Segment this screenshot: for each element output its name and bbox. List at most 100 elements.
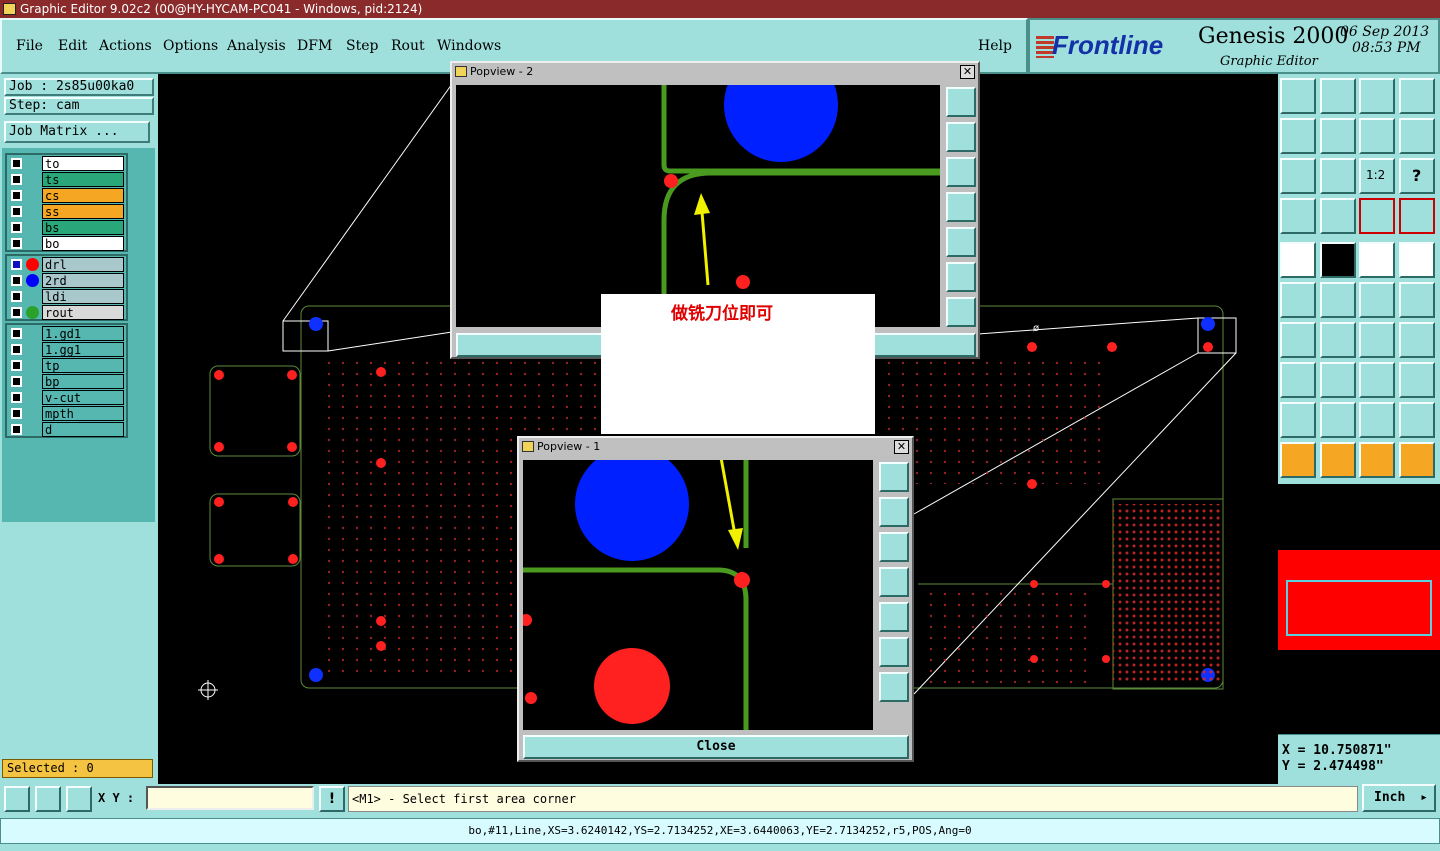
checkbox[interactable] [11,158,22,169]
ruler-icon[interactable] [1359,242,1395,278]
layer-row-ss[interactable]: ss [7,204,126,219]
triangle-3-icon[interactable] [1359,402,1395,438]
popview-1-canvas[interactable] [523,460,873,730]
measure-distance-icon[interactable] [1359,362,1395,398]
layer-row-vcut[interactable]: v-cut [7,390,126,405]
pan-left-icon[interactable] [1280,118,1316,154]
checkbox[interactable] [11,376,22,387]
menu-step[interactable]: Step [346,38,378,54]
menu-edit[interactable]: Edit [58,38,87,54]
window-icon[interactable] [1399,78,1435,114]
zoom-in-icon[interactable] [879,672,909,702]
pointer-connect-icon[interactable] [1399,442,1435,478]
menu-options[interactable]: Options [163,38,218,54]
menu-file[interactable]: File [16,38,43,54]
pointer-select-icon[interactable] [1359,442,1395,478]
checkbox[interactable] [11,307,22,318]
layer-row-cs[interactable]: cs [7,188,126,203]
measure-icon[interactable] [1280,198,1316,234]
checkbox[interactable] [11,206,22,217]
pan-left-icon[interactable] [946,192,976,222]
zoom-in-icon[interactable] [1320,78,1356,114]
pointer-icon[interactable] [1280,442,1316,478]
layer-row-bo[interactable]: bo [7,236,126,251]
line-arc-2-icon[interactable] [1399,282,1435,318]
layer-row-to[interactable]: to [7,156,126,171]
pan-right-icon[interactable] [946,227,976,257]
zoom-fit-icon[interactable] [1280,158,1316,194]
close-icon[interactable]: ✕ [960,65,975,79]
layer-row-ts[interactable]: ts [7,172,126,187]
help-icon[interactable]: ? [1399,158,1435,194]
layer-row-1gd1[interactable]: 1.gd1 [7,326,126,341]
layer-row-ldi[interactable]: ldi [7,289,126,304]
popview-2-titlebar[interactable]: Popview - 2 ✕ [452,63,978,81]
popview-1-window[interactable]: Popview - 1 ✕ Close [517,436,914,762]
popview-2-canvas[interactable] [456,85,940,327]
checkbox[interactable] [11,174,22,185]
checkbox[interactable] [11,344,22,355]
zoom-box-icon[interactable] [946,87,976,117]
layer-row-bs[interactable]: bs [7,220,126,235]
diagonal-icon[interactable] [1320,322,1356,358]
zoom-home-icon[interactable] [1280,78,1316,114]
checkbox[interactable] [11,291,22,302]
pan-up-icon[interactable] [946,122,976,152]
checkbox[interactable] [11,392,22,403]
menu-rout[interactable]: Rout [391,38,425,54]
layer-row-bp[interactable]: bp [7,374,126,389]
menu-analysis[interactable]: Analysis [227,38,286,54]
zoom-box-icon[interactable] [879,462,909,492]
layer-row-drl[interactable]: drl [7,257,126,272]
pan-right-icon[interactable] [879,602,909,632]
pointer-box-icon[interactable] [1320,442,1356,478]
pan-down-icon[interactable] [879,532,909,562]
snap-angle-icon[interactable] [35,786,61,812]
flip-icon[interactable] [1399,322,1435,358]
pan-down-icon[interactable] [946,157,976,187]
menu-dfm[interactable]: DFM [297,38,332,54]
checkbox[interactable] [11,190,22,201]
pan-right-icon[interactable] [1320,118,1356,154]
zoom-center-icon[interactable] [1320,158,1356,194]
select-feature-icon[interactable] [1280,242,1316,278]
connect-icon[interactable] [1280,282,1316,318]
pan-up-icon[interactable] [879,497,909,527]
pan-left-icon[interactable] [879,567,909,597]
layer-row-1gg1[interactable]: 1.gg1 [7,342,126,357]
triangle-icon[interactable] [1280,402,1316,438]
line-arc-icon[interactable] [1359,282,1395,318]
overview-map[interactable] [1278,484,1440,734]
layer-row-2rd[interactable]: 2rd [7,273,126,288]
close-icon[interactable]: ✕ [894,440,909,454]
menu-actions[interactable]: Actions [99,38,152,54]
units-selector[interactable]: Inch ▸ [1362,784,1436,812]
checkbox[interactable] [11,259,22,270]
redraw-icon[interactable] [1359,118,1395,154]
move-icon[interactable] [1280,362,1316,398]
pad-group-icon[interactable] [1399,362,1435,398]
layer-row-tp[interactable]: tp [7,358,126,373]
popview-1-titlebar[interactable]: Popview - 1 ✕ [519,438,912,456]
draw-line-icon[interactable] [1320,242,1356,278]
grid-snap-icon[interactable] [66,786,92,812]
split-icon[interactable] [1320,362,1356,398]
layer-compare-icon[interactable] [1359,198,1395,234]
grid-icon[interactable] [1320,198,1356,234]
cross-icon[interactable] [1320,282,1356,318]
checkbox[interactable] [11,222,22,233]
pad-icon[interactable] [1399,242,1435,278]
refresh-icon[interactable] [1399,118,1435,154]
snap-icon[interactable] [4,786,30,812]
checkbox[interactable] [11,424,22,435]
close-button[interactable]: Close [523,735,909,759]
job-matrix-button[interactable]: Job Matrix ... [4,121,150,143]
alert-icon[interactable]: ! [319,786,345,812]
angle-icon[interactable] [1280,322,1316,358]
menu-help[interactable]: Help [978,38,1012,54]
triangle-4-icon[interactable] [1399,402,1435,438]
arc-icon[interactable] [1359,322,1395,358]
checkbox[interactable] [11,408,22,419]
triangle-2-icon[interactable] [1320,402,1356,438]
checkbox[interactable] [11,275,22,286]
